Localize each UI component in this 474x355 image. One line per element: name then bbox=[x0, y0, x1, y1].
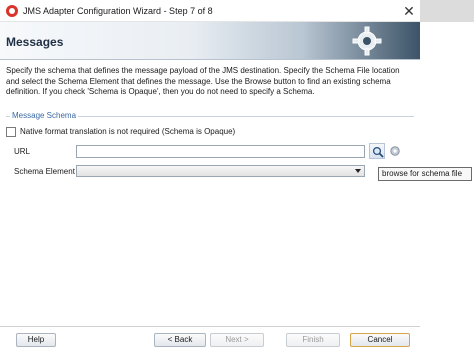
close-button[interactable]: ✕ bbox=[400, 2, 418, 20]
chevron-down-icon bbox=[355, 169, 361, 173]
instructions-text: Specify the schema that defines the mess… bbox=[6, 66, 400, 96]
help-button[interactable]: Help bbox=[16, 333, 56, 347]
url-input[interactable] bbox=[76, 145, 365, 158]
next-button[interactable]: Next > bbox=[210, 333, 264, 347]
page-title: Messages bbox=[6, 35, 64, 49]
schema-element-label: Schema Element bbox=[14, 167, 75, 176]
browse-tooltip: browse for schema file bbox=[378, 167, 472, 181]
window-title: JMS Adapter Configuration Wizard - Step … bbox=[23, 6, 213, 16]
browse-button[interactable] bbox=[369, 143, 385, 159]
cancel-button[interactable]: Cancel bbox=[350, 333, 410, 347]
back-button[interactable]: < Back bbox=[154, 333, 206, 347]
window-titlebar: JMS Adapter Configuration Wizard - Step … bbox=[0, 0, 474, 22]
background-window bbox=[420, 0, 474, 22]
search-icon bbox=[372, 146, 384, 158]
gear-icon bbox=[352, 26, 382, 56]
native-format-checkbox[interactable] bbox=[6, 127, 16, 137]
footer-divider bbox=[0, 326, 420, 327]
oracle-app-icon bbox=[6, 5, 18, 17]
url-label: URL bbox=[14, 147, 31, 156]
group-legend: Message Schema bbox=[10, 111, 79, 120]
settings-icon[interactable] bbox=[389, 145, 401, 157]
native-format-label: Native format translation is not require… bbox=[20, 127, 236, 136]
schema-element-select[interactable] bbox=[76, 165, 365, 177]
finish-button[interactable]: Finish bbox=[286, 333, 340, 347]
